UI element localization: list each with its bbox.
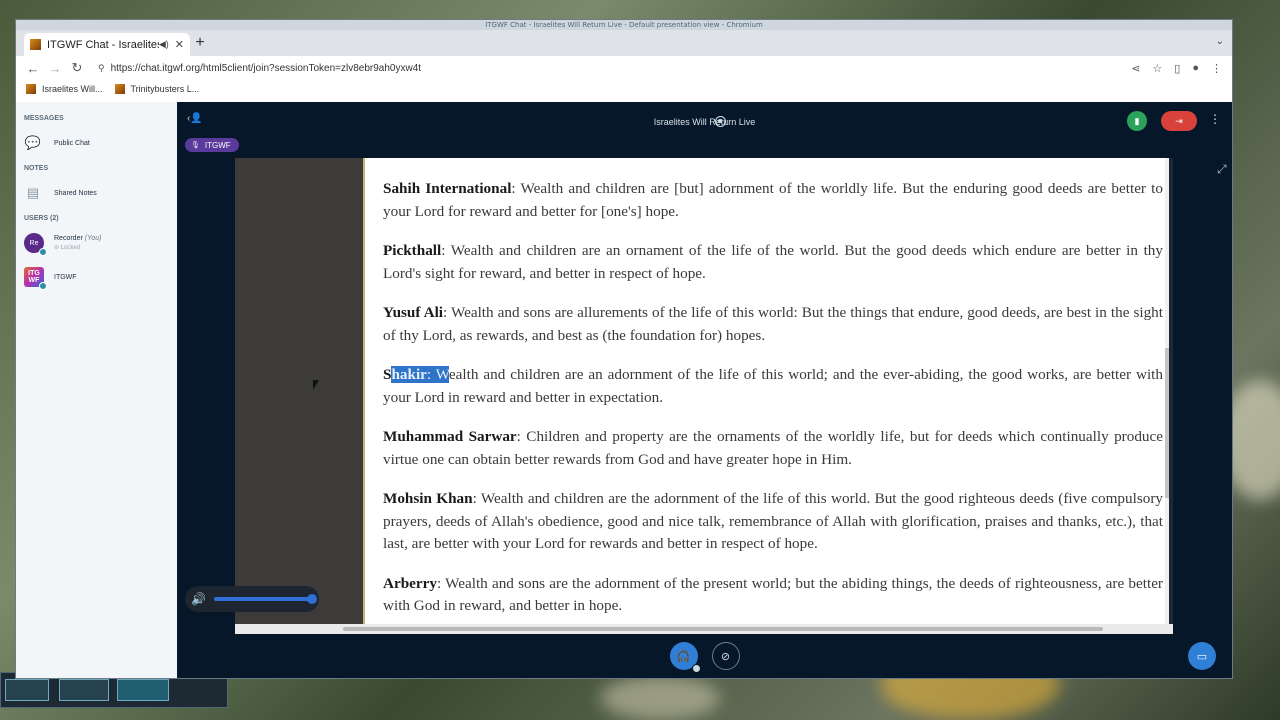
chat-icon: 💬 (24, 135, 42, 150)
meeting-header: ‹👤 Israelites Will Return Live ▮ ⇥ ⋮ 🎙 I… (177, 102, 1232, 158)
screenshare-view: Sahih International: Wealth and children… (235, 158, 1173, 634)
browser-window: ITGWF Chat - Israelites Will Return Live… (16, 20, 1232, 678)
wallpaper-decoration (600, 676, 720, 720)
notes-section-title: NOTES (24, 165, 49, 172)
notes-icon: ▤ (26, 185, 40, 200)
headphones-button[interactable]: 🎧 (669, 642, 701, 673)
back-arrow-icon[interactable]: ← (22, 61, 44, 76)
verse-sahih: Sahih International: Wealth and children… (383, 180, 1163, 220)
workspace-3[interactable] (117, 679, 169, 701)
avatar: ITG WF (24, 267, 47, 290)
address-bar[interactable]: ⚲ https://chat.itgwf.org/html5client/joi… (98, 59, 1131, 77)
menu-dots-icon[interactable]: ⋮ (1211, 62, 1222, 75)
presentation-area: ‹👤 Israelites Will Return Live ▮ ⇥ ⋮ 🎙 I… (177, 102, 1232, 678)
text-selection: hakir: W (391, 366, 449, 383)
profile-icon[interactable]: ● (1192, 62, 1199, 75)
status-dot (39, 282, 47, 290)
tab-close-button[interactable]: ✕ (175, 38, 184, 51)
leave-meeting-button[interactable]: ⇥ (1161, 111, 1197, 131)
screenshare-button[interactable]: ▭ (1188, 642, 1216, 670)
shared-document: Sahih International: Wealth and children… (363, 158, 1169, 624)
presenter-name: ITGWF (204, 140, 231, 150)
presenter-badge: 🎙 ITGWF (185, 138, 239, 152)
verse-pickthall: Pickthall: Wealth and children are an or… (383, 242, 1163, 282)
verse-yusuf-ali: Yusuf Ali: Wealth and sons are alluremen… (383, 304, 1163, 344)
shared-notes-label: Shared Notes (54, 189, 97, 197)
camera-off-button[interactable]: ⊘ (711, 642, 740, 670)
bookmark-favicon-icon (114, 84, 125, 94)
tab-favicon-icon (30, 39, 41, 50)
side-panel-icon[interactable]: ▯ (1174, 62, 1180, 75)
volume-slider-knob[interactable] (307, 594, 317, 604)
tab-title: ITGWF Chat - Israelites (47, 38, 159, 51)
users-section-title: USERS (2) (24, 215, 59, 222)
user-list-sidebar: MESSAGES 💬 Public Chat NOTES ▤ Shared No… (16, 102, 177, 678)
messages-section-title: MESSAGES (24, 115, 64, 122)
user-status: Locked (60, 245, 81, 251)
bookmark-trinitybusters[interactable]: Trinitybusters L... (114, 84, 200, 94)
share-icon[interactable]: ⋖ (1131, 62, 1140, 75)
lock-icon: ⊖ (54, 245, 60, 251)
shared-screen-left-pane (235, 158, 363, 624)
mic-icon: 🎙 (191, 142, 200, 149)
bookmark-label: Trinitybusters L... (130, 84, 200, 94)
user-name: ITGWF (54, 273, 77, 281)
connection-status-icon[interactable]: ▮ (1127, 111, 1147, 131)
status-dot (39, 248, 47, 256)
new-tab-button[interactable]: + (190, 34, 210, 52)
fullscreen-icon[interactable]: ⤢ (1217, 162, 1227, 177)
you-label: (You) (84, 235, 102, 242)
star-icon[interactable]: ☆ (1152, 62, 1162, 75)
site-info-icon[interactable]: ⚲ (98, 63, 105, 74)
verse-mohsin-khan: Mohsin Khan: Wealth and children are the… (383, 490, 1163, 552)
recording-indicator-icon[interactable] (715, 116, 726, 127)
action-bar: 🎧 ⊘ (177, 634, 1232, 678)
tab-itgwf-chat[interactable]: ITGWF Chat - Israelites ◀) ✕ (24, 33, 190, 56)
speaker-icon[interactable]: ◀) (159, 39, 169, 50)
verse-arberry: Arberry: Wealth and sons are the adornme… (383, 574, 1163, 615)
public-chat-label: Public Chat (54, 139, 90, 147)
tab-bar: ITGWF Chat - Israelites ◀) ✕ + ⌄ (16, 30, 1232, 56)
verse-sarwar: Muhammad Sarwar: Children and property a… (383, 428, 1163, 468)
browser-toolbar: ← → ↻ ⚲ https://chat.itgwf.org/html5clie… (16, 56, 1232, 80)
reload-icon[interactable]: ↻ (66, 60, 88, 76)
shared-notes-item[interactable]: ▤ Shared Notes (16, 176, 177, 210)
volume-slider[interactable] (213, 594, 317, 604)
bbb-app: MESSAGES 💬 Public Chat NOTES ▤ Shared No… (16, 102, 1232, 678)
bookmark-israelites[interactable]: Israelites Will... (26, 84, 103, 94)
workspace-2[interactable] (59, 679, 109, 701)
bookmarks-bar: Israelites Will... Trinitybusters L... (16, 80, 1232, 98)
options-menu-icon[interactable]: ⋮ (1209, 112, 1221, 126)
verse-shakir: Shakir: Wealth and children are an adorn… (383, 366, 1163, 406)
volume-control[interactable]: 🔊 (185, 586, 319, 612)
bookmark-favicon-icon (26, 84, 36, 94)
user-name: Recorder (54, 235, 83, 242)
avatar: Re (24, 233, 47, 256)
public-chat-item[interactable]: 💬 Public Chat (16, 126, 177, 160)
vertical-scrollbar[interactable] (1165, 158, 1169, 624)
chevron-down-icon[interactable]: ⌄ (1216, 36, 1224, 47)
speaker-icon[interactable]: 🔊 (191, 592, 206, 606)
forward-arrow-icon[interactable]: → (44, 61, 66, 76)
user-item-recorder[interactable]: Re Recorder (You) ⊖ Locked (16, 226, 177, 260)
bookmark-label: Israelites Will... (42, 84, 103, 94)
url-text: https://chat.itgwf.org/html5client/join?… (110, 62, 422, 74)
user-item-itgwf[interactable]: ITG WF ITGWF (16, 260, 177, 294)
workspace-1[interactable] (5, 679, 49, 701)
window-titlebar: ITGWF Chat - Israelites Will Return Live… (16, 20, 1232, 30)
meeting-title: Israelites Will Return Live (653, 117, 756, 127)
horizontal-scrollbar[interactable] (235, 624, 1173, 634)
